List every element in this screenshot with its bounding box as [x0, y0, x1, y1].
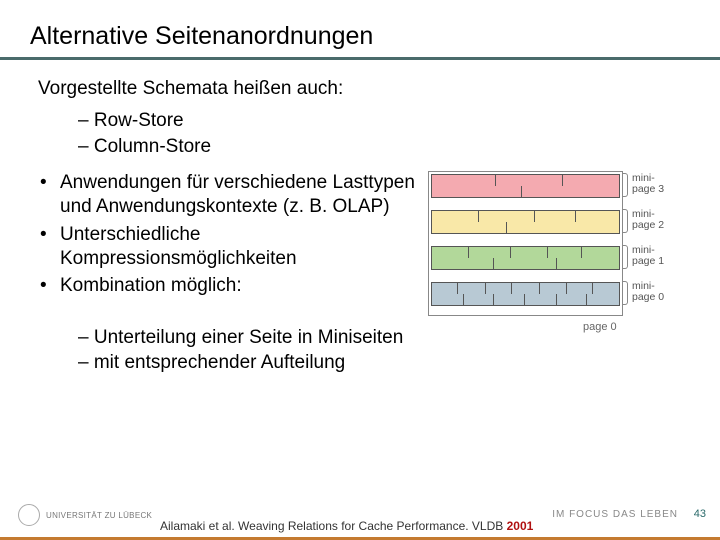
page-stack	[428, 171, 623, 316]
minipage-label: mini- page 2	[628, 209, 664, 230]
minipage-3	[431, 174, 620, 198]
intro-text: Vorgestellte Schemata heißen auch:	[38, 78, 690, 100]
minipage-label: mini- page 3	[628, 173, 664, 194]
list-item: Row-Store	[78, 108, 690, 134]
list-item: Unterschiedliche Kompressionsmöglichkeit…	[38, 223, 416, 271]
minipage-label: mini- page 0	[628, 281, 664, 302]
minipage-label: mini- page 1	[628, 245, 664, 266]
list-item: Kombination möglich:	[38, 274, 416, 298]
page-label: page 0	[583, 321, 617, 333]
university-logo: UNIVERSITÄT ZU LÜBECK	[18, 504, 152, 526]
citation: Ailamaki et al. Weaving Relations for Ca…	[160, 520, 550, 534]
citation-year: 2001	[507, 519, 534, 533]
list-item: Column-Store	[78, 134, 690, 160]
seal-icon	[18, 504, 40, 526]
list-item: Anwendungen für verschiedene Lasttypen u…	[38, 171, 416, 219]
list-item: mit entsprechender Aufteilung	[78, 351, 690, 376]
minipage-1	[431, 246, 620, 270]
minipage-0	[431, 282, 620, 306]
main-bullets: Anwendungen für verschiedene Lasttypen u…	[38, 171, 416, 302]
minipage-diagram: mini- page 3 mini- page 2 mini- page 1 m…	[428, 171, 690, 316]
university-name: UNIVERSITÄT ZU LÜBECK	[46, 511, 152, 520]
slide-title: Alternative Seitenanordnungen	[30, 22, 690, 51]
minipage-2	[431, 210, 620, 234]
title-rule	[0, 57, 720, 60]
footer-motto: IM FOCUS DAS LEBEN	[552, 509, 678, 520]
sub-bullets: Unterteilung einer Seite in Miniseiten m…	[78, 326, 690, 375]
store-list: Row-Store Column-Store	[78, 108, 690, 159]
footer: UNIVERSITÄT ZU LÜBECK Ailamaki et al. We…	[0, 492, 720, 540]
page-number: 43	[694, 508, 706, 520]
